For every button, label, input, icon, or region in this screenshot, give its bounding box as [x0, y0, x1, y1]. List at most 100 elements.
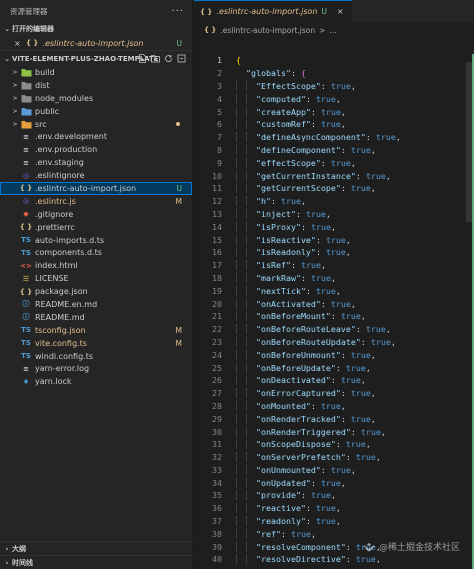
json-key: "computed": [255, 93, 306, 104]
line-number: 17: [212, 260, 222, 271]
punct: ,: [340, 106, 346, 117]
indent-guide: [236, 554, 237, 565]
tree-item[interactable]: > public: [0, 105, 192, 118]
file-type-icon: ≡: [23, 364, 29, 373]
tree-item[interactable]: ⓘ README.md: [0, 311, 192, 324]
punct: :: [315, 247, 326, 258]
punct: ,: [360, 375, 366, 386]
indent-guide: [246, 516, 247, 527]
code-line: 29 "onRenderTracked": true,: [194, 412, 474, 425]
tree-item[interactable]: ≡ .env.staging: [0, 156, 192, 169]
tree-item[interactable]: > src: [0, 118, 192, 131]
punct: ,: [345, 247, 351, 258]
tree-item[interactable]: ≡ .env.production: [0, 143, 192, 156]
code-line: 27 "onErrorCaptured": true,: [194, 387, 474, 400]
indent-guide: [236, 183, 237, 194]
tree-item[interactable]: > node_modules: [0, 92, 192, 105]
timeline-header[interactable]: › 时间线: [0, 555, 193, 569]
punct: :: [320, 157, 331, 168]
line-content: "onErrorCaptured": true,: [222, 388, 376, 399]
json-value: true: [370, 336, 391, 347]
open-editors-header[interactable]: ⌄ 打开的编辑器: [0, 22, 192, 36]
breadcrumb-symbol[interactable]: ...: [329, 26, 336, 35]
indent-guide: [246, 528, 247, 539]
punct: :: [300, 272, 311, 283]
tree-item[interactable]: { } .eslintrc-auto-import.json U: [0, 182, 192, 195]
tree-item[interactable]: ≡ yarn-error.log: [0, 362, 192, 375]
tab-eslintrc-auto-import[interactable]: { } .eslintrc-auto-import.json U ×: [194, 0, 352, 22]
indent-guide: [236, 516, 237, 527]
tree-item[interactable]: { } .prettierrc: [0, 221, 192, 234]
code-line: 25 "onBeforeUpdate": true,: [194, 361, 474, 374]
tree-item[interactable]: ♦ yarn.lock: [0, 375, 192, 388]
tree-item[interactable]: TS auto-imports.d.ts: [0, 234, 192, 247]
line-number: 10: [212, 170, 222, 181]
tree-item[interactable]: > build: [0, 66, 192, 79]
tree-item[interactable]: ◆ .gitignore: [0, 208, 192, 221]
tree-item[interactable]: TS windi.config.ts: [0, 350, 192, 363]
open-brace: {: [300, 68, 306, 79]
close-icon[interactable]: ×: [337, 7, 344, 16]
code-line: 6 "customRef": true,: [194, 118, 474, 131]
project-folder-header[interactable]: ⌄ VITE-ELEMENT-PLUS-ZHAO-TEMPLATE: [0, 50, 192, 66]
punct: :: [320, 464, 331, 475]
code-line: 16 "isReadonly": true,: [194, 246, 474, 259]
chevron-right-icon: >: [12, 68, 18, 76]
explorer-title-bar: 资源管理器 ···: [0, 0, 192, 22]
code-line: 23 "onBeforeRouteUpdate": true,: [194, 336, 474, 349]
tree-item[interactable]: ⓘ README.en.md: [0, 298, 192, 311]
punct: ,: [345, 234, 351, 245]
file-type-icon: ◎: [22, 197, 30, 206]
open-editor-item[interactable]: × { } .eslintrc-auto-import.json U: [0, 36, 192, 50]
punct: :: [360, 336, 371, 347]
tree-item[interactable]: { } package.json: [0, 285, 192, 298]
json-value: true: [330, 80, 351, 91]
tree-item[interactable]: ◎ .eslintrc.js M: [0, 195, 192, 208]
indent-guide: [246, 221, 247, 232]
collapse-all-icon[interactable]: [176, 54, 186, 64]
code-line: 28 "onMounted": true,: [194, 400, 474, 413]
tree-item[interactable]: <> index.html: [0, 259, 192, 272]
file-type-icon: <>: [20, 261, 32, 270]
more-actions-icon[interactable]: ···: [171, 6, 184, 17]
code-editor[interactable]: 1{2 "globals": {3 "EffectScope": true, 4 …: [194, 54, 474, 566]
tree-item[interactable]: ◎ .eslintignore: [0, 169, 192, 182]
chevron-right-icon: >: [12, 107, 18, 115]
line-number: 19: [212, 285, 222, 296]
punct: :: [305, 285, 316, 296]
new-folder-icon[interactable]: [150, 54, 160, 64]
tree-item[interactable]: TS components.d.ts: [0, 246, 192, 259]
tree-item[interactable]: TS tsconfig.json M: [0, 324, 192, 337]
file-type-icon: ≡: [23, 132, 29, 141]
line-number: 35: [212, 490, 222, 501]
outline-header[interactable]: › 大纲: [0, 541, 193, 555]
refresh-icon[interactable]: [163, 54, 173, 64]
tree-item[interactable]: ≡ .env.development: [0, 130, 192, 143]
punct: ,: [365, 362, 371, 373]
tree-item[interactable]: ☰ LICENSE: [0, 272, 192, 285]
code-line: 26 "onDeactivated": true,: [194, 374, 474, 387]
tree-item-label: README.en.md: [35, 299, 98, 309]
json-key: "onRenderTracked": [255, 413, 341, 424]
json-key: "getCurrentInstance": [255, 170, 356, 181]
line-number: 15: [212, 234, 222, 245]
new-file-icon[interactable]: [137, 54, 147, 64]
indent-guide: [246, 452, 247, 463]
file-type-icon: ≡: [23, 158, 29, 167]
json-key: "resolveComponent": [255, 541, 346, 552]
line-content: "inject": true,: [222, 208, 331, 219]
chevron-right-icon: >: [12, 81, 18, 89]
tree-item[interactable]: TS vite.config.ts M: [0, 337, 192, 350]
json-value: true: [365, 324, 386, 335]
breadcrumb-file[interactable]: .eslintrc-auto-import.json: [220, 26, 315, 35]
json-value: true: [360, 426, 381, 437]
line-number: 37: [212, 516, 222, 527]
json-key: "effectScope": [255, 157, 321, 168]
json-value: true: [330, 298, 351, 309]
close-icon[interactable]: ×: [14, 39, 26, 48]
editor-scrollbar[interactable]: [466, 54, 474, 569]
tree-item-label: .prettierrc: [35, 222, 75, 232]
tree-item[interactable]: > dist: [0, 79, 192, 92]
indent-guide: [236, 285, 237, 296]
